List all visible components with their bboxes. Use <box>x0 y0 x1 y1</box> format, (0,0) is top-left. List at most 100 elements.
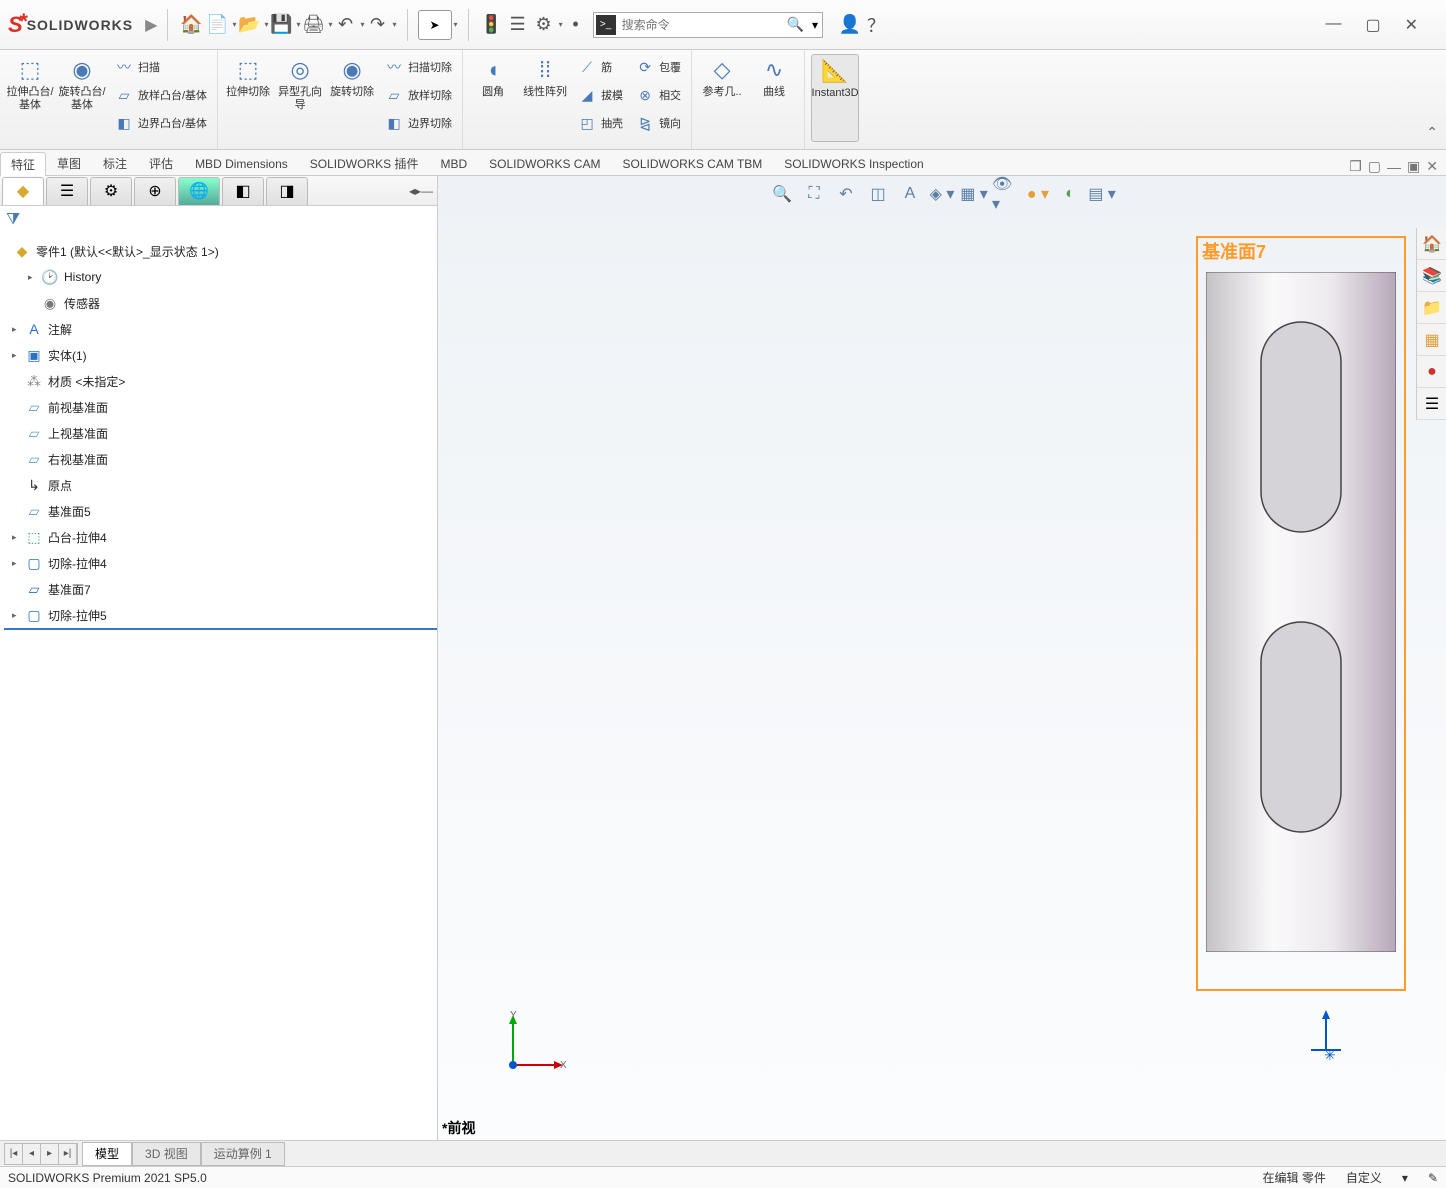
rollback-bar[interactable] <box>4 628 437 630</box>
child-close-icon[interactable]: ✕ <box>1426 158 1438 175</box>
property-manager-tab[interactable]: ☰ <box>46 177 88 205</box>
selected-plane-overlay[interactable]: 基准面7 <box>1196 236 1406 991</box>
instant3d-button[interactable]: 📐Instant3D <box>811 54 859 142</box>
command-search[interactable]: >_ 🔍 ▾ <box>593 12 823 38</box>
manager-tab-scroll[interactable]: ◂▸— <box>409 184 437 198</box>
child-max-icon[interactable]: ▢ <box>1368 158 1381 175</box>
print-button[interactable]: 🖨▾ <box>301 12 333 38</box>
tab-inspection[interactable]: SOLIDWORKS Inspection <box>773 151 934 175</box>
tab-motion-study[interactable]: 运动算例 1 <box>201 1142 285 1166</box>
tree-node-6[interactable]: ▱ 上视基准面 <box>4 420 437 446</box>
tree-node-8[interactable]: ↳ 原点 <box>4 472 437 498</box>
linear-pattern-button[interactable]: ⁞⁞线性阵列 <box>521 54 569 142</box>
feature-manager-tab[interactable]: ◆ <box>2 177 44 205</box>
taskpane-custom-icon[interactable]: ☰ <box>1417 388 1446 420</box>
select-tool[interactable]: ➤▾ <box>418 10 458 40</box>
wrap-button[interactable]: ⟳包覆 <box>631 54 685 80</box>
graphics-viewport[interactable]: 🔍 ⛶ ↶ ◫ A ◈ ▾ ▦ ▾ 👁 ▾ ● ▾ ◐ ▤ ▾ 基准面7 <box>438 176 1446 1140</box>
expand-icon[interactable]: ▸ <box>12 558 24 569</box>
prev-view-icon[interactable]: ↶ <box>832 182 860 206</box>
tab-model[interactable]: 模型 <box>82 1142 132 1166</box>
settings-button[interactable]: ⚙▾ <box>531 12 563 38</box>
taskpane-resources-icon[interactable]: 📚 <box>1417 260 1446 292</box>
dynamic-annotation-icon[interactable]: A <box>896 182 924 206</box>
taskpane-appearances-icon[interactable]: ● <box>1417 356 1446 388</box>
revolve-cut-button[interactable]: ◉旋转切除 <box>328 54 376 142</box>
tab-mbd-dim[interactable]: MBD Dimensions <box>184 151 299 175</box>
open-file-button[interactable]: 📂▾ <box>236 12 268 38</box>
tree-node-2[interactable]: ▸ A 注解 <box>4 316 437 342</box>
tree-node-5[interactable]: ▱ 前视基准面 <box>4 394 437 420</box>
redo-button[interactable]: ↷▾ <box>365 12 397 38</box>
boundary-button[interactable]: ◧边界凸台/基体 <box>110 110 211 136</box>
tree-node-7[interactable]: ▱ 右视基准面 <box>4 446 437 472</box>
hide-show-icon[interactable]: 👁 ▾ <box>992 182 1020 206</box>
undo-button[interactable]: ↶▾ <box>333 12 365 38</box>
taskpane-design-library-icon[interactable]: 📁 <box>1417 292 1446 324</box>
status-gear-icon[interactable]: ✎ <box>1428 1171 1438 1185</box>
search-icon[interactable]: 🔍 <box>783 16 808 33</box>
extrude-cut-button[interactable]: ⬚拉伸切除 <box>224 54 272 142</box>
display-style-icon[interactable]: ▦ ▾ <box>960 182 988 206</box>
tree-node-4[interactable]: ⁂ 材质 <未指定> <box>4 368 437 394</box>
expand-icon[interactable]: ▸ <box>12 610 24 621</box>
tree-node-12[interactable]: ▱ 基准面7 <box>4 576 437 602</box>
tab-dimxpert[interactable]: 标注 <box>92 151 138 175</box>
shell-button[interactable]: ◰抽壳 <box>573 110 627 136</box>
expand-icon[interactable]: ▸ <box>12 532 24 543</box>
boundary-cut-button[interactable]: ◧边界切除 <box>380 110 456 136</box>
expand-icon[interactable]: ▸ <box>28 272 40 283</box>
tab-sketch[interactable]: 草图 <box>46 151 92 175</box>
view-orientation-icon[interactable]: ◈ ▾ <box>928 182 956 206</box>
options-icon[interactable]: ☰ <box>505 12 531 38</box>
tree-node-10[interactable]: ▸ ⬚ 凸台-拉伸4 <box>4 524 437 550</box>
appearance-icon[interactable]: ● ▾ <box>1024 182 1052 206</box>
tab-mbd[interactable]: MBD <box>429 151 478 175</box>
help-icon[interactable]: ？ <box>863 12 889 38</box>
rib-button[interactable]: ⟋筋 <box>573 54 627 80</box>
intersect-button[interactable]: ⊗相交 <box>631 82 685 108</box>
search-input[interactable] <box>616 18 783 32</box>
user-icon[interactable]: 👤 <box>837 12 863 38</box>
section-view-icon[interactable]: ◫ <box>864 182 892 206</box>
save-button[interactable]: 💾▾ <box>268 12 300 38</box>
view-settings-icon[interactable]: ▤ ▾ <box>1088 182 1116 206</box>
close-button[interactable]: ✕ <box>1405 15 1418 35</box>
zoom-area-icon[interactable]: ⛶ <box>800 182 828 206</box>
scene-icon[interactable]: ◐ <box>1056 182 1084 206</box>
funnel-icon[interactable]: ⧩ <box>6 211 20 229</box>
tree-node-0[interactable]: ▸ 🕑 History <box>4 264 437 290</box>
chevron-down-icon[interactable]: ▾ <box>808 18 822 32</box>
sweep-button[interactable]: 〰扫描 <box>110 54 211 80</box>
play-icon[interactable]: ▶ <box>145 15 157 35</box>
hole-wizard-button[interactable]: ◎异型孔向导 <box>276 54 324 142</box>
tree-node-9[interactable]: ▱ 基准面5 <box>4 498 437 524</box>
status-custom[interactable]: 自定义 <box>1346 1169 1382 1186</box>
minimize-button[interactable]: — <box>1325 15 1341 35</box>
tab-evaluate[interactable]: 评估 <box>138 151 184 175</box>
taskpane-home-icon[interactable]: 🏠 <box>1417 228 1446 260</box>
bottom-tab-scroll[interactable]: |◂◂▸▸| <box>4 1143 78 1165</box>
child-tile-icon[interactable]: ▣ <box>1407 158 1420 175</box>
tree-root[interactable]: ◆ 零件1 (默认<<默认>_显示状态 1>) <box>4 238 437 264</box>
child-min-icon[interactable]: — <box>1387 159 1401 175</box>
tab-cam-tbm[interactable]: SOLIDWORKS CAM TBM <box>611 151 773 175</box>
expand-icon[interactable]: ▸ <box>12 350 24 361</box>
tree-node-3[interactable]: ▸ ▣ 实体(1) <box>4 342 437 368</box>
loft-cut-button[interactable]: ▱放样切除 <box>380 82 456 108</box>
dimxpert-manager-tab[interactable]: ⊕ <box>134 177 176 205</box>
revolve-boss-button[interactable]: ◉旋转凸台/基体 <box>58 54 106 142</box>
new-file-button[interactable]: 📄▾ <box>204 12 236 38</box>
ref-geometry-button[interactable]: ◇参考几.. <box>698 54 746 142</box>
tree-node-1[interactable]: ◉ 传感器 <box>4 290 437 316</box>
tab-addins[interactable]: SOLIDWORKS 插件 <box>299 151 430 175</box>
draft-button[interactable]: ◢拔模 <box>573 82 627 108</box>
cam-ops-tab[interactable]: ◨ <box>266 177 308 205</box>
tab-features[interactable]: 特征 <box>0 152 46 176</box>
extrude-boss-button[interactable]: ⬚拉伸凸台/基体 <box>6 54 54 142</box>
curves-button[interactable]: ∿曲线 <box>750 54 798 142</box>
expand-icon[interactable]: ▸ <box>12 324 24 335</box>
taskpane-view-palette-icon[interactable]: ▦ <box>1417 324 1446 356</box>
tree-node-11[interactable]: ▸ ▢ 切除-拉伸4 <box>4 550 437 576</box>
tree-node-13[interactable]: ▸ ▢ 切除-拉伸5 <box>4 602 437 628</box>
